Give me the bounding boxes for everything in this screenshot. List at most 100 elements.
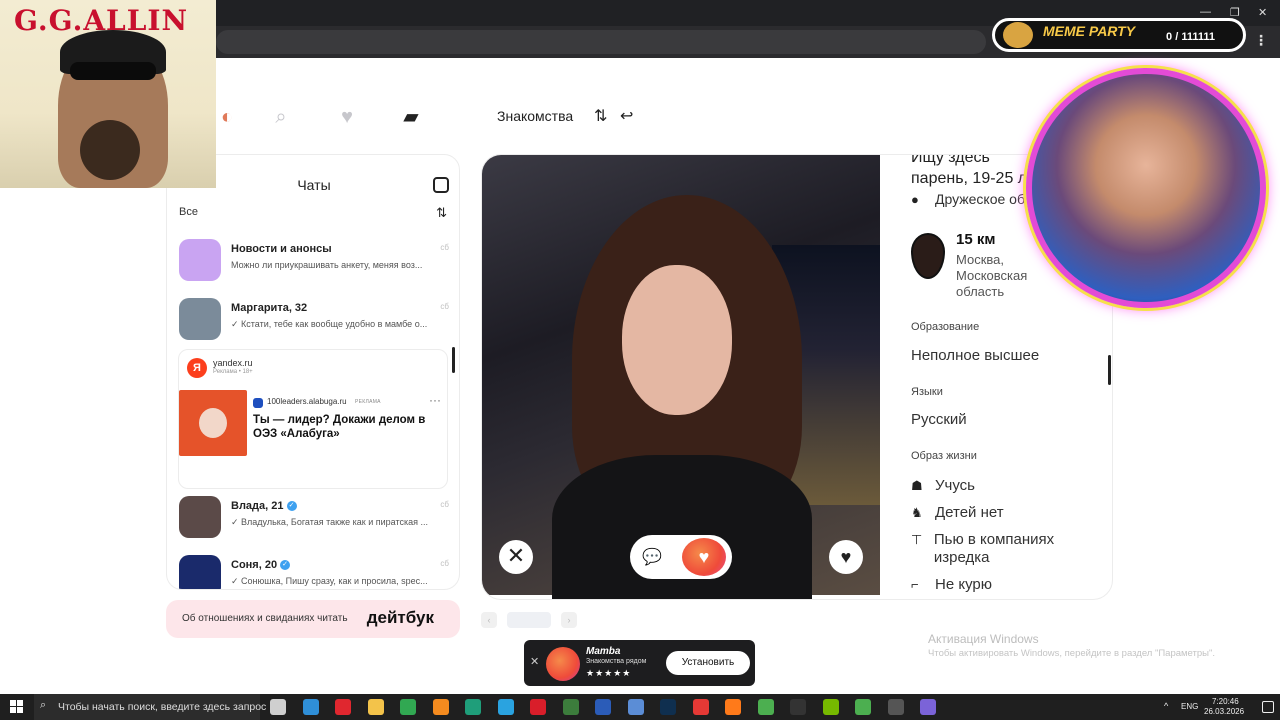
chats-panel: Чаты Все ⇅ Новости и анонсы Можно ли при… xyxy=(166,154,460,590)
nav-dating[interactable]: Знакомства xyxy=(497,108,573,124)
discord-app-icon[interactable] xyxy=(920,699,936,715)
url-input[interactable] xyxy=(216,30,986,54)
folder-app-icon[interactable] xyxy=(367,699,384,715)
profile-photo[interactable]: ✕ 💬 ♥ ♥ xyxy=(482,155,880,599)
dateboox-logo[interactable]: дейтбук xyxy=(367,608,434,628)
cards-icon[interactable]: ▰ xyxy=(398,104,424,130)
opera2-app-icon[interactable] xyxy=(530,699,546,715)
profile-scrollbar[interactable] xyxy=(1108,355,1111,385)
ad-source-icon xyxy=(253,398,263,408)
chat-item-news[interactable]: Новости и анонсы Можно ли приукрашивать … xyxy=(177,239,451,291)
task-view-icon[interactable] xyxy=(270,699,286,715)
install-banner: ✕ Mamba Знакомства рядом ★★★★★ Установит… xyxy=(524,640,755,686)
close-icon[interactable]: ✕ xyxy=(530,655,539,668)
avatar-icon[interactable]: ◐ xyxy=(214,104,240,130)
prev-photo-button[interactable]: ‹ xyxy=(481,612,497,628)
message-icon[interactable]: 💬 xyxy=(642,547,662,567)
like-button[interactable]: ♥ xyxy=(829,540,863,574)
notifications-icon[interactable] xyxy=(1262,701,1274,713)
firefox-app-icon[interactable] xyxy=(725,699,741,715)
chat-time: сб xyxy=(440,302,449,311)
search-icon: ⌕ xyxy=(40,699,47,711)
files-app-icon[interactable] xyxy=(627,699,644,715)
windows-taskbar: ⌕ Чтобы начать поиск, введите здесь запр… xyxy=(0,694,1280,720)
clock-time[interactable]: 7:20:46 xyxy=(1212,697,1239,706)
chats-scrollbar[interactable] xyxy=(452,347,455,373)
more-icon[interactable]: ··· xyxy=(429,393,441,407)
education-value: Неполное высшее xyxy=(911,347,1040,364)
chrome2-app-icon[interactable] xyxy=(855,699,871,715)
minimize-icon[interactable]: — xyxy=(1200,6,1211,18)
chat-time: сб xyxy=(440,559,449,568)
chrome-app-icon[interactable] xyxy=(757,699,774,715)
taskbar-search[interactable]: ⌕ Чтобы начать поиск, введите здесь запр… xyxy=(34,694,266,720)
sort-icon[interactable]: ⇅ xyxy=(436,205,447,221)
search-icon[interactable]: ⌕ xyxy=(268,104,294,130)
yandex-app-icon[interactable] xyxy=(692,699,709,715)
pager-track xyxy=(507,612,551,628)
chat-name: Влада, 21 ✓ xyxy=(231,500,297,512)
photo-face xyxy=(622,265,732,415)
chat-item-vlada[interactable]: Влада, 21 ✓ ✓ Владулька, Богатая также ка… xyxy=(177,496,451,548)
purpose-row: ● Дружеское об xyxy=(911,191,1025,207)
lifestyle-text: Учусь xyxy=(935,477,975,494)
chat-time: сб xyxy=(440,243,449,252)
ad-source-tag: РЕКЛАМА xyxy=(355,399,381,405)
vlc-app-icon[interactable] xyxy=(432,699,449,715)
chat-name-text: Соня, 20 xyxy=(231,559,278,571)
yandex-logo-icon: Я xyxy=(187,358,207,378)
photoshop-app-icon[interactable] xyxy=(660,699,676,715)
search-placeholder: Чтобы начать поиск, введите здесь запрос xyxy=(58,701,267,713)
telegram-app-icon[interactable] xyxy=(497,699,514,715)
new-chat-icon[interactable] xyxy=(433,177,449,193)
obs-app-icon[interactable] xyxy=(790,699,806,715)
superlike-button[interactable]: ♥ xyxy=(682,538,726,576)
chat-item-margarita[interactable]: Маргарита, 32 ✓ Кстати, тебе как вообще … xyxy=(177,298,451,350)
filter-icon[interactable]: ⇅ xyxy=(594,106,607,126)
purpose-text: Дружеское об xyxy=(935,191,1025,207)
explorer-app-icon[interactable] xyxy=(302,699,319,715)
input-language[interactable]: ENG xyxy=(1181,702,1198,711)
lifestyle-kids: ♞ Детей нет xyxy=(911,504,1004,521)
ad-source: 100leaders.alabuga.ru xyxy=(267,397,347,406)
no-smoke-icon: ⌐ xyxy=(911,577,919,592)
opera-app-icon[interactable] xyxy=(335,699,351,715)
chat-bubble-icon: ● xyxy=(911,192,919,207)
action-pill: 💬 ♥ xyxy=(630,535,732,579)
lifestyle-text: Детей нет xyxy=(935,504,1004,521)
ad-image[interactable] xyxy=(179,390,247,456)
terminal-app-icon[interactable] xyxy=(562,699,579,715)
looking-for-text: парень, 19-25 л xyxy=(911,170,1028,187)
zap-app-icon[interactable] xyxy=(465,699,481,715)
dislike-button[interactable]: ✕ xyxy=(499,540,533,574)
languages-value: Русский xyxy=(911,411,967,428)
word-app-icon[interactable] xyxy=(595,699,611,715)
chat-name: Соня, 20 ✓ xyxy=(231,559,291,571)
chats-filter-all[interactable]: Все xyxy=(179,206,198,218)
nvidia-app-icon[interactable] xyxy=(822,699,839,715)
clock-date[interactable]: 26.03.2026 xyxy=(1204,707,1244,716)
ad-headline[interactable]: Ты — лидер? Докажи делом в ОЭЗ «Алабуга» xyxy=(253,413,443,441)
browser-menu-icon[interactable]: ⋮ xyxy=(1254,32,1268,49)
install-button[interactable]: Установить xyxy=(666,651,750,675)
chat-time: сб xyxy=(440,500,449,509)
chat-item-sonya[interactable]: Соня, 20 ✓ ✓ Сонюшка, Пишу сразу, как и п… xyxy=(177,555,451,589)
next-photo-button[interactable]: › xyxy=(561,612,577,628)
undo-icon[interactable]: ↩ xyxy=(620,106,633,126)
ad-domain: yandex.ru xyxy=(213,358,253,368)
chat-preview: Можно ли приукрашивать анкету, меняя воз… xyxy=(231,260,423,270)
restore-icon[interactable]: ❐ xyxy=(1230,6,1240,19)
overlay-glasses xyxy=(70,62,156,80)
windows-start-icon[interactable] xyxy=(10,700,24,714)
dateboox-banner[interactable]: Об отношениях и свиданиях читать дейтбук xyxy=(166,600,460,638)
close-window-icon[interactable]: ✕ xyxy=(1258,6,1267,19)
chat-preview: ✓ Владулька, Богатая также как и пиратск… xyxy=(231,517,428,527)
chart-app-icon[interactable] xyxy=(400,699,416,715)
doge-icon xyxy=(1003,22,1033,48)
looking-for-top: Ищу здесь xyxy=(911,154,990,166)
misc-app-icon[interactable] xyxy=(887,699,904,715)
heart-icon[interactable]: ♥ xyxy=(334,104,360,130)
windows-activation: Активация Windows xyxy=(928,632,1039,646)
ad-card[interactable]: Я yandex.ru Реклама • 18+ 100leaders.ala… xyxy=(178,349,448,489)
tray-caret-icon[interactable]: ^ xyxy=(1164,701,1168,711)
